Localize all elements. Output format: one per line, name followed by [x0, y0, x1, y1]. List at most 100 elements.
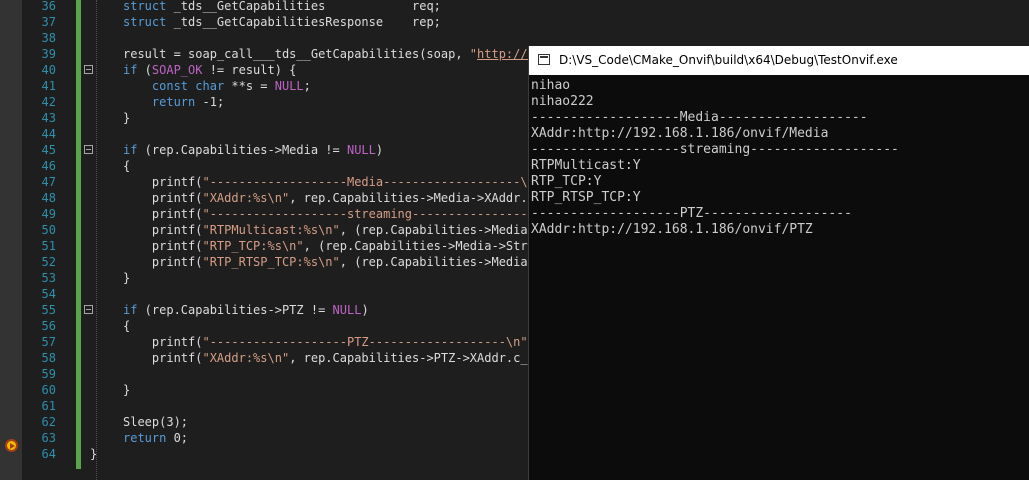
- console-output-line: nihao222: [531, 94, 594, 109]
- console-window[interactable]: D:\VS_Code\CMake_Onvif\build\x64\Debug\T…: [528, 46, 1029, 480]
- line-number: 61: [41, 399, 56, 413]
- console-output-line: -------------------PTZ------------------…: [531, 206, 852, 221]
- console-output-line: nihao: [531, 78, 571, 93]
- code-token: printf(: [123, 207, 203, 221]
- line-number: 41: [41, 79, 56, 93]
- code-token: "-------------------Media---------------…: [202, 175, 543, 189]
- line-number: 54: [41, 287, 56, 301]
- code-token: struct: [123, 15, 167, 29]
- code-token: "XAddr:%s\n": [202, 351, 290, 365]
- code-token: NULL: [346, 143, 376, 157]
- code-token: NULL: [332, 303, 362, 317]
- code-line[interactable]: 38: [0, 30, 1029, 46]
- console-titlebar[interactable]: D:\VS_Code\CMake_Onvif\build\x64\Debug\T…: [529, 46, 1029, 75]
- line-number: 64: [41, 447, 56, 461]
- code-text: Sleep(3);: [123, 414, 188, 430]
- code-token: -1;: [195, 95, 225, 109]
- code-token: (: [137, 63, 152, 77]
- code-token: , rep.Capabilities->Media->XAddr.c_: [289, 191, 543, 205]
- console-output-line: RTPMulticast:Y: [531, 158, 641, 173]
- collapse-minus-icon[interactable]: [84, 305, 93, 314]
- code-token: struct: [123, 0, 167, 13]
- code-text: printf("-------------------streaming----…: [123, 206, 535, 222]
- console-output: nihao nihao222 -------------------Media---…: [529, 78, 1029, 238]
- code-token: {: [123, 159, 131, 173]
- code-token: }: [90, 447, 98, 461]
- code-text: printf("XAddr:%s\n", rep.Capabilities->P…: [123, 350, 542, 366]
- console-output-line: -------------------streaming------------…: [531, 142, 899, 157]
- code-token: char: [195, 79, 225, 93]
- code-text: struct _tds__GetCapabilities req;: [123, 0, 441, 14]
- line-number: 59: [41, 367, 56, 381]
- line-number: 40: [41, 63, 56, 77]
- code-token: printf(: [123, 335, 203, 349]
- code-text: }: [123, 382, 130, 398]
- code-token: printf(: [123, 223, 203, 237]
- code-token: }: [123, 111, 131, 125]
- line-number: 38: [41, 31, 56, 45]
- code-text: printf("RTP_RTSP_TCP:%s\n", (rep.Capabil…: [123, 254, 542, 270]
- code-token: != result) {: [202, 63, 297, 77]
- code-text: if (rep.Capabilities->Media != NULL): [123, 142, 383, 158]
- code-text: return 0;: [123, 430, 188, 446]
- code-text: }: [90, 446, 97, 462]
- code-text: }: [123, 270, 130, 286]
- code-token: "RTPMulticast:%s\n": [202, 223, 340, 237]
- code-token: _tds__GetCapabilitiesResponse rep;: [166, 15, 441, 29]
- code-token: printf(: [123, 351, 203, 365]
- code-token: printf(: [123, 191, 203, 205]
- code-text: result = soap_call___tds__GetCapabilitie…: [123, 46, 542, 62]
- code-text: {: [123, 158, 130, 174]
- code-text: printf("-------------------Media--------…: [123, 174, 542, 190]
- code-token: const: [151, 79, 189, 93]
- line-number: 55: [41, 303, 56, 317]
- line-number: 43: [41, 111, 56, 125]
- code-token: "RTP_TCP:%s\n": [202, 239, 304, 253]
- console-output-line: -------------------Media----------------…: [531, 110, 868, 125]
- code-token: }: [123, 383, 131, 397]
- code-token: "RTP_RTSP_TCP:%s\n": [202, 255, 340, 269]
- code-line[interactable]: 36 struct _tds__GetCapabilities req;: [0, 0, 1029, 14]
- collapse-minus-icon[interactable]: [84, 65, 93, 74]
- line-number: 37: [41, 15, 56, 29]
- line-number: 47: [41, 175, 56, 189]
- collapse-minus-icon[interactable]: [84, 145, 93, 154]
- line-number: 52: [41, 255, 56, 269]
- line-number: 57: [41, 335, 56, 349]
- code-text: printf("XAddr:%s\n", rep.Capabilities->M…: [123, 190, 542, 206]
- line-number: 58: [41, 351, 56, 365]
- code-token: , (rep.Capabilities->Media->Strea: [303, 239, 543, 253]
- line-number: 60: [41, 383, 56, 397]
- code-token: if: [123, 63, 138, 77]
- code-text: printf("-------------------PTZ----------…: [123, 334, 542, 350]
- code-token: printf(: [123, 255, 203, 269]
- current-statement-breakpoint-icon[interactable]: [5, 439, 18, 452]
- line-number: 62: [41, 415, 56, 429]
- code-token: NULL: [274, 79, 304, 93]
- console-output-line: XAddr:http://192.168.1.186/onvif/Media: [531, 126, 829, 141]
- code-token: if: [123, 143, 138, 157]
- line-number: 49: [41, 207, 56, 221]
- console-output-line: XAddr:http://192.168.1.186/onvif/PTZ: [531, 222, 813, 237]
- line-number: 39: [41, 47, 56, 61]
- code-token: printf(: [123, 239, 203, 253]
- code-token: **s =: [224, 79, 275, 93]
- line-number: 42: [41, 95, 56, 109]
- code-token: "-------------------streaming-----------…: [202, 207, 535, 221]
- code-line[interactable]: 37 struct _tds__GetCapabilitiesResponse r…: [0, 14, 1029, 30]
- code-text: printf("RTPMulticast:%s\n", (rep.Capabil…: [123, 222, 542, 238]
- code-text: const char **s = NULL;: [123, 78, 311, 94]
- code-token: ;: [303, 79, 311, 93]
- code-token: (rep.Capabilities->Media !=: [137, 143, 347, 157]
- code-token: return: [123, 431, 167, 445]
- code-token: ): [375, 143, 384, 157]
- line-number: 45: [41, 143, 56, 157]
- line-number: 51: [41, 239, 56, 253]
- line-number: 46: [41, 159, 56, 173]
- code-token: , (rep.Capabilities->Media->: [339, 255, 543, 269]
- code-text: {: [123, 318, 130, 334]
- code-token: if: [123, 303, 138, 317]
- code-text: printf("RTP_TCP:%s\n", (rep.Capabilities…: [123, 238, 542, 254]
